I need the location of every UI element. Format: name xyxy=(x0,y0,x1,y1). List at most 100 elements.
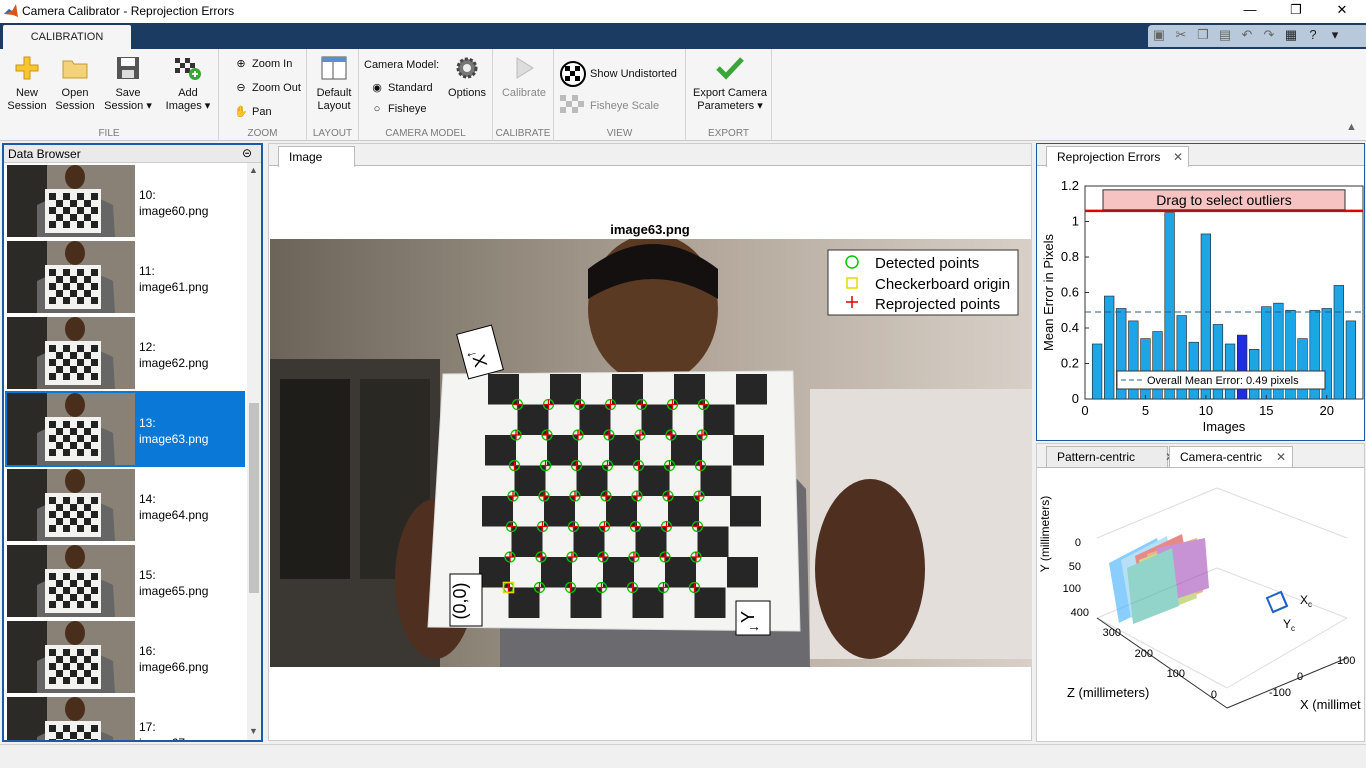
y-tick: 100 xyxy=(1063,583,1081,595)
x-axis-title: Images xyxy=(1203,419,1246,434)
fisheye-scale-button[interactable]: Fisheye Scale xyxy=(560,95,659,117)
save-session-button[interactable]: Save Session ▾ xyxy=(100,53,156,113)
show-undistorted-button[interactable]: Show Undistorted xyxy=(560,61,677,87)
zoom-out-icon: ⊖ xyxy=(236,82,246,94)
data-browser-scrollbar[interactable]: ▲ ▼ xyxy=(247,163,261,740)
minimize-button[interactable]: — xyxy=(1227,2,1273,20)
image-thumbnail xyxy=(7,317,135,389)
x-tick-label: 5 xyxy=(1142,403,1149,418)
error-bar[interactable] xyxy=(1140,338,1151,400)
image-thumbnail xyxy=(7,469,135,541)
export-camera-parameters-button[interactable]: Export Camera Parameters ▾ xyxy=(690,53,770,113)
help-icon[interactable]: ? xyxy=(1302,25,1324,45)
dropdown-icon[interactable]: ▾ xyxy=(1324,25,1346,45)
zoom-out-button[interactable]: ⊖ Zoom Out xyxy=(233,81,301,94)
cut-icon[interactable]: ✂ xyxy=(1170,25,1192,45)
image-list-item[interactable]: 14: image64.png xyxy=(5,467,245,543)
calibrate-section-label: CALIBRATE xyxy=(495,128,551,139)
panel-menu-icon[interactable]: ⊝ xyxy=(242,146,252,160)
maximize-button[interactable]: ❐ xyxy=(1273,2,1319,20)
checker-square xyxy=(730,496,761,527)
undo-icon[interactable]: ↶ xyxy=(1236,25,1258,45)
image-list-item[interactable]: 16: image66.png xyxy=(5,619,245,695)
image-list-item[interactable]: 15: image65.png xyxy=(5,543,245,619)
error-bar[interactable] xyxy=(1333,285,1344,400)
y-tick-label: 0.8 xyxy=(1061,249,1079,264)
image-list-item[interactable]: 10: image60.png xyxy=(5,163,245,239)
tab-calibration[interactable]: CALIBRATION xyxy=(3,25,131,49)
ribbon: New Session Open Session Save Session ▾ Add… xyxy=(0,49,1366,141)
fisheye-radio[interactable]: ○ Fisheye xyxy=(369,103,427,115)
default-layout-button[interactable]: Default Layout xyxy=(311,53,357,113)
image-list-item[interactable]: 17:image67.png xyxy=(5,695,245,740)
pan-button[interactable]: ✋ Pan xyxy=(233,105,271,118)
data-browser-title: Data Browser xyxy=(8,147,81,161)
drag-outliers-label: Drag to select outliers xyxy=(1156,192,1291,208)
collapse-ribbon-icon[interactable]: ▲ xyxy=(1346,121,1357,133)
calibration-image[interactable]: ↑ X (0,0) Y → Detected points Checkerboa… xyxy=(270,239,1032,667)
y-axis-label: Y → xyxy=(735,600,771,636)
add-images-button[interactable]: Add Images ▾ xyxy=(160,53,216,113)
tab-camera-centric[interactable]: Camera-centric ✕ xyxy=(1169,446,1293,467)
image-filename: image65.png xyxy=(139,584,209,598)
image-legend: Detected points Checkerboard origin Repr… xyxy=(827,249,1019,316)
switch-windows-icon[interactable]: ▦ xyxy=(1280,25,1302,45)
x-tick: -100 xyxy=(1269,687,1291,699)
error-bar[interactable] xyxy=(1297,338,1308,400)
checker-square xyxy=(697,526,729,557)
matlab-logo-icon xyxy=(4,4,18,17)
copy-icon[interactable]: ❐ xyxy=(1192,25,1214,45)
legend-mean-label: Overall Mean Error: 0.49 pixels xyxy=(1147,375,1299,387)
xc-label: Xc xyxy=(1300,593,1312,609)
tab-reprojection-errors[interactable]: Reprojection Errors ✕ xyxy=(1046,146,1189,167)
y-tick: 0 xyxy=(1075,537,1081,549)
x-tick-label: 15 xyxy=(1259,403,1273,418)
image-filename: image66.png xyxy=(139,660,209,674)
calibrate-button[interactable]: Calibrate xyxy=(497,53,551,100)
reprojection-error-chart[interactable]: Drag to select outliers 0 0.2 0.4 0.6 0.8 1 1.2… xyxy=(1037,166,1364,440)
standard-radio[interactable]: ◉ Standard xyxy=(369,81,432,94)
tab-pattern-centric[interactable]: Pattern-centric ✕ xyxy=(1046,446,1175,467)
legend-origin: Checkerboard origin xyxy=(875,276,1010,293)
open-session-button[interactable]: Open Session xyxy=(52,53,98,113)
image-index: 15: xyxy=(139,568,156,582)
redo-icon[interactable]: ↷ xyxy=(1258,25,1280,45)
window-pane xyxy=(280,379,350,579)
image-thumbnail xyxy=(7,393,135,465)
zoom-in-icon: ⊕ xyxy=(236,58,246,70)
save-icon[interactable]: ▣ xyxy=(1148,25,1170,45)
add-images-icon xyxy=(175,58,201,80)
close-tab-icon[interactable]: ✕ xyxy=(1173,150,1183,164)
ribbon-tab-strip: CALIBRATION ▣ ✂ ❐ ▤ ↶ ↷ ▦? ▾ xyxy=(0,23,1366,49)
image-list-item[interactable]: 12: image62.png xyxy=(5,315,245,391)
options-button[interactable]: Options xyxy=(445,53,489,100)
x-tick: 100 xyxy=(1337,655,1355,667)
scroll-thumb[interactable] xyxy=(249,403,259,593)
image-list-item[interactable]: 11: image61.png xyxy=(5,239,245,315)
image-list-label: 12: image62.png xyxy=(139,339,208,371)
export-section: Export Camera Parameters ▾ EXPORT xyxy=(686,49,772,141)
image-list-label: 13: image63.png xyxy=(139,415,208,447)
scroll-up-icon[interactable]: ▲ xyxy=(249,165,258,175)
error-bar[interactable] xyxy=(1104,295,1115,400)
checker-square xyxy=(700,465,732,496)
camera-centric-3d-plot[interactable]: Xc Yc Y (millimeters) 0 50 100 400 300 2… xyxy=(1037,468,1364,741)
scroll-down-icon[interactable]: ▼ xyxy=(249,726,258,736)
floppy-icon xyxy=(117,57,139,79)
y-tick-label: 0.6 xyxy=(1061,285,1079,300)
quick-access-toolbar: ▣ ✂ ❐ ▤ ↶ ↷ ▦? ▾ xyxy=(1148,25,1366,47)
close-window-button[interactable]: ✕ xyxy=(1319,2,1365,20)
right-hand xyxy=(815,479,925,659)
new-session-button[interactable]: New Session xyxy=(4,53,50,113)
image-thumbnail xyxy=(7,165,135,237)
error-bar[interactable] xyxy=(1345,320,1357,400)
zoom-in-button[interactable]: ⊕ Zoom In xyxy=(233,57,292,70)
error-bar[interactable] xyxy=(1091,343,1103,400)
paste-icon[interactable]: ▤ xyxy=(1214,25,1236,45)
origin-label: (0,0) xyxy=(449,573,483,627)
image-filename: image67.png xyxy=(139,735,208,740)
close-tab-icon[interactable]: ✕ xyxy=(1276,450,1286,464)
tab-image[interactable]: Image xyxy=(278,146,355,167)
checkmark-icon xyxy=(716,57,744,80)
image-list-item[interactable]: 13: image63.png xyxy=(5,391,245,467)
